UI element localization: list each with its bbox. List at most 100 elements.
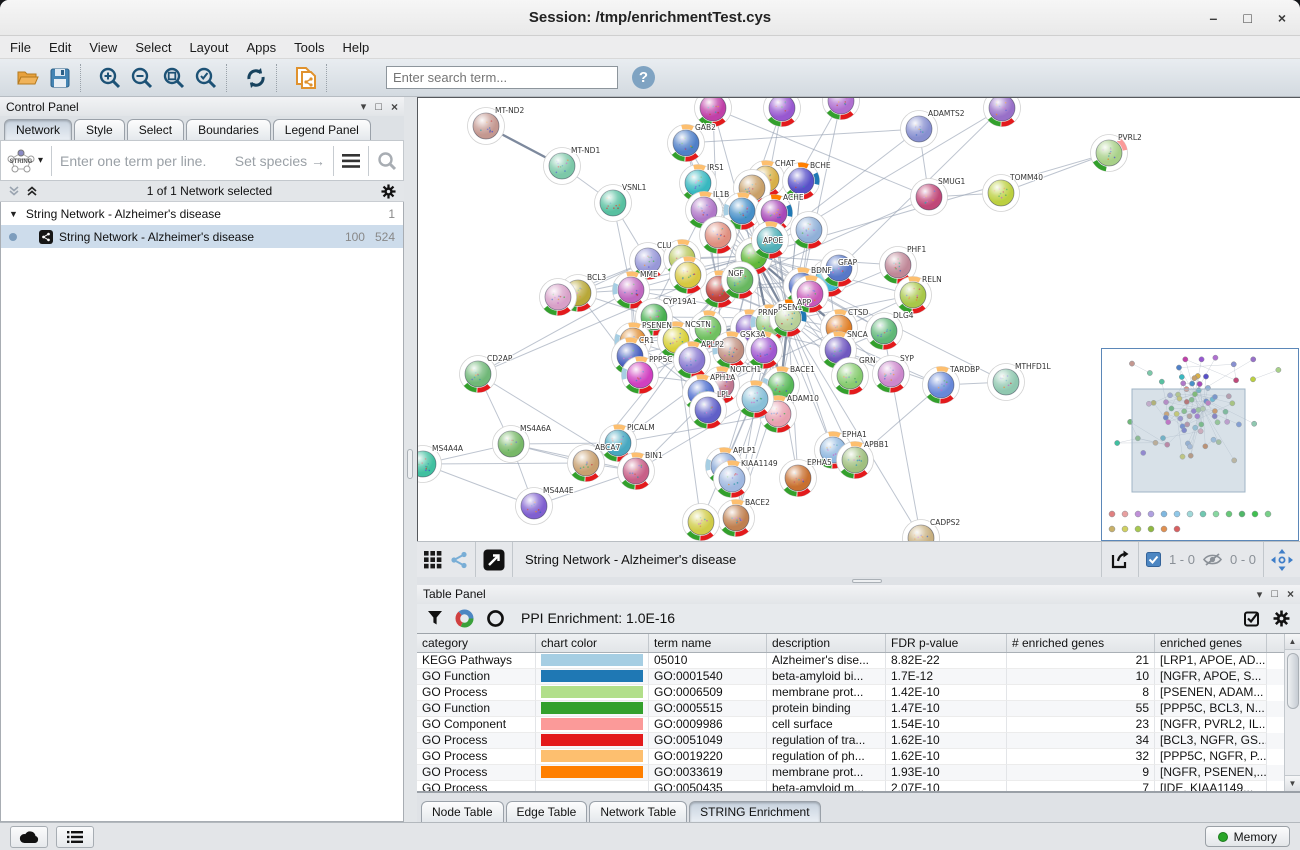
zoom-out-button[interactable]	[126, 63, 158, 93]
scroll-up-button[interactable]: ▲	[1285, 634, 1300, 650]
network-node[interactable]	[540, 279, 577, 316]
network-node[interactable]	[722, 262, 759, 299]
string-logo[interactable]: STRING ▾	[7, 148, 43, 174]
maximize-button[interactable]: □	[1243, 10, 1251, 26]
table-tab-network-table[interactable]: Network Table	[589, 801, 687, 822]
splitter-handle[interactable]	[407, 449, 413, 479]
panel-menu-icon[interactable]: ▾	[1257, 588, 1263, 601]
grid-view-icon[interactable]	[424, 551, 442, 569]
network-node[interactable]	[700, 217, 737, 254]
panel-close-icon[interactable]: ×	[391, 100, 398, 114]
column-header-category[interactable]: category	[417, 634, 536, 652]
table-row[interactable]: GO ProcessGO:0006509membrane prot...1.42…	[417, 685, 1284, 701]
set-species-link[interactable]: Set species →	[235, 153, 325, 169]
birdseye-toggle[interactable]	[476, 542, 513, 578]
tab-select[interactable]: Select	[127, 119, 184, 140]
gear-icon[interactable]	[381, 184, 396, 199]
scrollbar-thumb[interactable]	[1287, 653, 1299, 709]
search-input[interactable]	[386, 66, 618, 89]
table-scrollbar[interactable]: ▲ ▼	[1284, 634, 1300, 791]
export-network-button[interactable]	[1102, 542, 1139, 578]
menu-item-layout[interactable]: Layout	[189, 40, 228, 55]
table-tab-string-enrichment[interactable]: STRING Enrichment	[689, 801, 820, 822]
table-row[interactable]: GO ProcessGO:0019220regulation of ph...1…	[417, 749, 1284, 765]
network-node[interactable]	[791, 212, 828, 249]
menu-item-file[interactable]: File	[10, 40, 31, 55]
query-placeholder[interactable]: Enter one term per line.	[60, 153, 206, 169]
network-node[interactable]	[670, 257, 707, 294]
select-columns-icon[interactable]	[1244, 610, 1261, 627]
network-row-selected[interactable]: String Network - Alzheimer's disease 100…	[1, 225, 403, 248]
splitter-handle[interactable]	[852, 579, 882, 583]
network-node[interactable]	[764, 98, 801, 127]
zoom-fit-button[interactable]	[158, 63, 190, 93]
hidden-eye-icon[interactable]	[1203, 552, 1222, 567]
network-node[interactable]	[984, 98, 1021, 127]
tab-style[interactable]: Style	[74, 119, 125, 140]
tab-boundaries[interactable]: Boundaries	[186, 119, 271, 140]
zoom-in-button[interactable]	[94, 63, 126, 93]
network-collection-row[interactable]: ▼ String Network - Alzheimer's disease 1	[1, 202, 403, 225]
panel-close-icon[interactable]: ×	[1287, 587, 1294, 601]
column-header-fdr[interactable]: FDR p-value	[886, 634, 1007, 652]
close-button[interactable]: ×	[1278, 10, 1286, 26]
control-panel-tabs: NetworkStyleSelectBoundariesLegend Panel	[0, 116, 404, 140]
selected-checkbox-icon[interactable]	[1146, 552, 1161, 567]
search-icon[interactable]	[377, 151, 397, 171]
menu-item-select[interactable]: Select	[135, 40, 171, 55]
network-edge[interactable]	[423, 463, 586, 464]
network-from-file-button[interactable]	[290, 63, 322, 93]
minimize-button[interactable]: –	[1210, 10, 1218, 26]
panel-menu-icon[interactable]: ▾	[361, 100, 367, 113]
menu-item-help[interactable]: Help	[343, 40, 370, 55]
expand-all-icon[interactable]	[26, 185, 38, 197]
table-row[interactable]: GO FunctionGO:0005515protein binding1.47…	[417, 701, 1284, 717]
menu-item-apps[interactable]: Apps	[247, 40, 277, 55]
zoom-selected-button[interactable]	[190, 63, 222, 93]
panel-float-icon[interactable]: □	[375, 101, 382, 113]
overview-viewport-rect[interactable]	[1132, 389, 1245, 492]
network-node[interactable]	[683, 504, 720, 541]
network-canvas[interactable]: MT-ND2MT-ND1VSNL1GAB2IRS1CHATBCHEIL1BACH…	[417, 97, 1300, 541]
menu-item-view[interactable]: View	[89, 40, 117, 55]
menu-item-tools[interactable]: Tools	[294, 40, 324, 55]
refresh-button[interactable]	[240, 63, 272, 93]
pie-chart-icon[interactable]	[455, 609, 474, 628]
panel-float-icon[interactable]: □	[1271, 588, 1278, 600]
panel-splitter-horizontal[interactable]	[417, 577, 1300, 585]
column-header-color[interactable]: chart color	[536, 634, 649, 652]
column-header-description[interactable]: description	[767, 634, 886, 652]
network-node[interactable]	[823, 98, 860, 120]
table-row[interactable]: GO ProcessGO:0051049regulation of tra...…	[417, 733, 1284, 749]
column-header-genes[interactable]: enriched genes	[1155, 634, 1267, 652]
table-row[interactable]: KEGG Pathways05010Alzheimer's dise...8.8…	[417, 653, 1284, 669]
ring-chart-icon[interactable]	[486, 609, 505, 628]
collapse-all-icon[interactable]	[8, 185, 20, 197]
memory-button[interactable]: Memory	[1205, 826, 1290, 847]
table-row[interactable]: GO ComponentGO:0009986cell surface1.54E-…	[417, 717, 1284, 733]
tab-network[interactable]: Network	[4, 119, 72, 140]
cloud-tasks-button[interactable]	[10, 826, 48, 848]
menu-item-edit[interactable]: Edit	[49, 40, 71, 55]
network-node[interactable]	[737, 381, 774, 418]
table-row[interactable]: GO ProcessGO:0033619membrane prot...1.93…	[417, 765, 1284, 781]
scroll-down-button[interactable]: ▼	[1285, 775, 1300, 791]
panel-splitter-vertical[interactable]	[404, 97, 417, 822]
pan-navigation-button[interactable]	[1264, 542, 1300, 578]
column-header-count[interactable]: # enriched genes	[1007, 634, 1155, 652]
tab-legend-panel[interactable]: Legend Panel	[273, 119, 371, 140]
open-session-button[interactable]	[12, 63, 44, 93]
filter-icon[interactable]	[427, 610, 443, 626]
birds-eye-view[interactable]	[1101, 348, 1299, 541]
tree-expand-icon[interactable]: ▼	[9, 209, 18, 219]
task-history-button[interactable]	[56, 826, 94, 848]
table-row[interactable]: GO FunctionGO:0001540beta-amyloid bi...1…	[417, 669, 1284, 685]
share-view-icon[interactable]	[450, 551, 468, 569]
help-button[interactable]: ?	[632, 66, 655, 89]
column-header-term[interactable]: term name	[649, 634, 767, 652]
table-tab-edge-table[interactable]: Edge Table	[506, 801, 588, 822]
save-session-button[interactable]	[44, 63, 76, 93]
gear-icon[interactable]	[1273, 610, 1290, 627]
table-tab-node-table[interactable]: Node Table	[421, 801, 504, 822]
options-menu-icon[interactable]	[342, 154, 360, 168]
